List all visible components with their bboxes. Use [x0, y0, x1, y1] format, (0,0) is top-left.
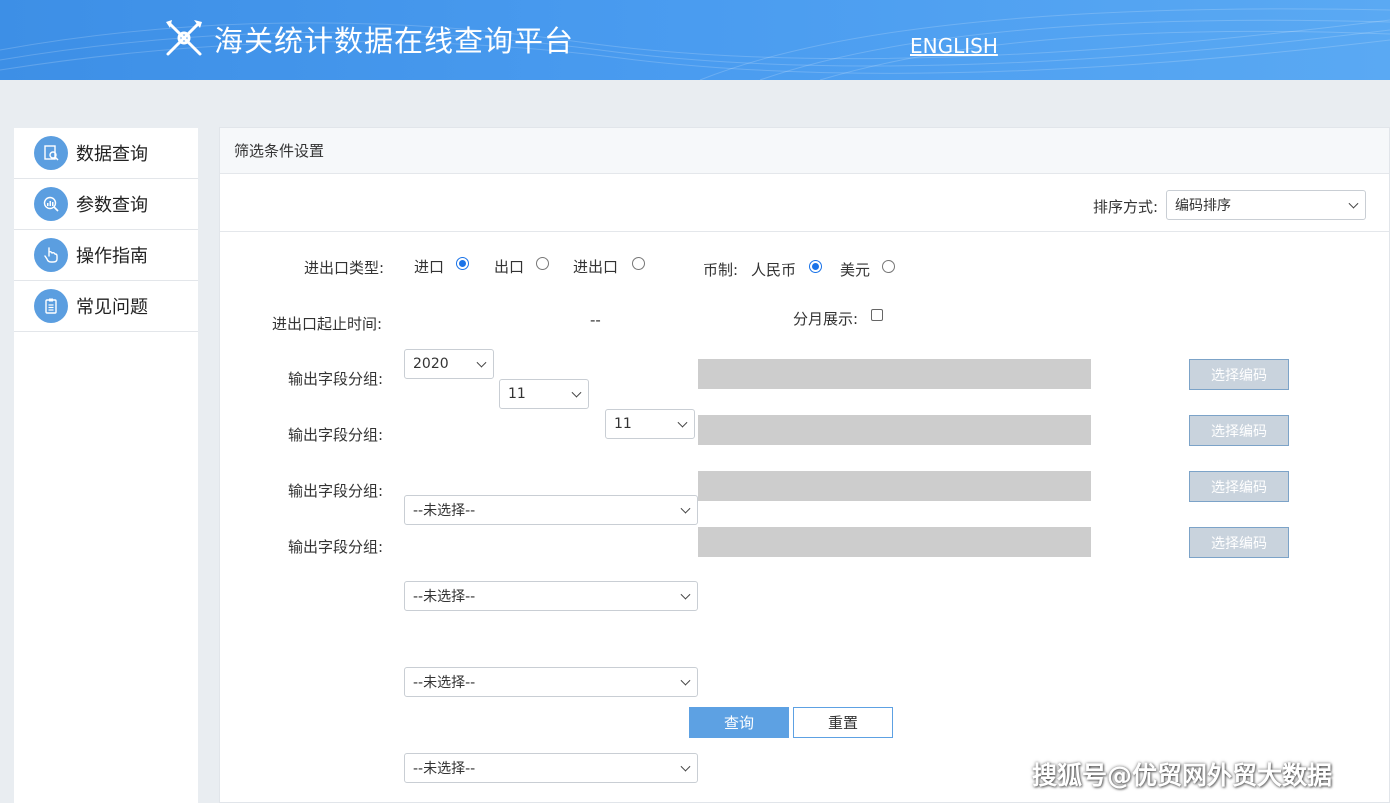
chevron-down-icon	[680, 503, 691, 514]
select-code-button-4[interactable]: 选择编码	[1189, 527, 1289, 558]
chevron-down-icon	[680, 589, 691, 600]
sort-select[interactable]: 编码排序	[1166, 190, 1366, 220]
sidebar-item-guide[interactable]: 操作指南	[14, 230, 198, 281]
chevron-down-icon	[677, 417, 688, 428]
data-search-icon	[34, 136, 68, 170]
site-title: 海关统计数据在线查询平台	[214, 24, 575, 58]
output-group-label: 输出字段分组:	[288, 370, 384, 388]
output-group-select-value: --未选择--	[413, 503, 476, 519]
trade-type-label: 进出口类型:	[304, 259, 385, 277]
filter-panel: 筛选条件设置 排序方式: 编码排序 进出口类型: 进口 出口 进出口 币制: 人…	[219, 127, 1390, 803]
year-select-value: 2020	[413, 356, 449, 372]
trade-type-export-label: 出口	[494, 258, 525, 276]
monthly-display-checkbox[interactable]	[871, 309, 883, 321]
output-group-codes-field-1	[698, 359, 1091, 389]
chevron-down-icon	[680, 675, 691, 686]
sidebar-item-label: 操作指南	[76, 246, 148, 267]
output-group-select-value: --未选择--	[413, 675, 476, 691]
output-group-select-3[interactable]: --未选择--	[404, 667, 698, 697]
year-select[interactable]: 2020	[404, 349, 494, 379]
end-month-value: 11	[614, 416, 632, 432]
output-group-select-4[interactable]: --未选择--	[404, 753, 698, 783]
output-group-codes-field-2	[698, 415, 1091, 445]
trade-type-import-label: 进口	[414, 258, 445, 276]
output-group-select-1[interactable]: --未选择--	[404, 495, 698, 525]
select-code-button-2[interactable]: 选择编码	[1189, 415, 1289, 446]
output-group-label: 输出字段分组:	[288, 482, 384, 500]
output-group-select-value: --未选择--	[413, 761, 476, 777]
sidebar-item-data-query[interactable]: 数据查询	[14, 128, 198, 179]
trade-type-import-radio[interactable]	[456, 257, 469, 270]
period-separator: --	[590, 311, 601, 329]
chevron-down-icon	[680, 761, 691, 772]
output-group-codes-field-3	[698, 471, 1091, 501]
sort-row: 排序方式: 编码排序	[220, 174, 1389, 232]
currency-label: 币制:	[703, 261, 739, 279]
sidebar-item-label: 数据查询	[76, 144, 148, 165]
customs-logo-icon	[166, 20, 202, 56]
output-group-label: 输出字段分组:	[288, 538, 384, 556]
reset-button[interactable]: 重置	[793, 707, 893, 738]
sidebar-item-faq[interactable]: 常见问题	[14, 281, 198, 332]
end-month-select[interactable]: 11	[605, 409, 695, 439]
select-code-button-1[interactable]: 选择编码	[1189, 359, 1289, 390]
sort-select-value: 编码排序	[1175, 198, 1231, 214]
header-background-pattern	[0, 8, 1390, 80]
hand-pointer-icon	[34, 238, 68, 272]
output-group-codes-field-4	[698, 527, 1091, 557]
start-month-value: 11	[508, 386, 526, 402]
sidebar-item-param-query[interactable]: 参数查询	[14, 179, 198, 230]
output-group-select-2[interactable]: --未选择--	[404, 581, 698, 611]
period-label: 进出口起止时间:	[272, 315, 383, 333]
currency-usd-label: 美元	[840, 261, 871, 279]
chevron-down-icon	[1348, 198, 1359, 209]
watermark: 搜狐号@优贸网外贸大数据	[1032, 761, 1333, 790]
sort-label: 排序方式:	[1093, 198, 1159, 216]
header-bar: 海关统计数据在线查询平台 ENGLISH	[0, 0, 1390, 80]
chevron-down-icon	[476, 357, 487, 368]
currency-usd-radio[interactable]	[882, 260, 895, 273]
currency-rmb-radio[interactable]	[809, 260, 822, 273]
param-chart-icon	[34, 187, 68, 221]
output-group-select-value: --未选择--	[413, 589, 476, 605]
sidebar-item-label: 参数查询	[76, 195, 148, 216]
trade-type-both-label: 进出口	[573, 258, 619, 276]
chevron-down-icon	[571, 387, 582, 398]
clipboard-icon	[34, 289, 68, 323]
monthly-display-label: 分月展示:	[793, 310, 859, 328]
select-code-button-3[interactable]: 选择编码	[1189, 471, 1289, 502]
sidebar-item-label: 常见问题	[76, 297, 148, 318]
trade-type-export-radio[interactable]	[536, 257, 549, 270]
currency-rmb-label: 人民币	[751, 261, 797, 279]
query-button[interactable]: 查询	[689, 707, 789, 738]
output-group-label: 输出字段分组:	[288, 426, 384, 444]
start-month-select[interactable]: 11	[499, 379, 589, 409]
english-link[interactable]: ENGLISH	[910, 34, 998, 58]
trade-type-both-radio[interactable]	[632, 257, 645, 270]
panel-title: 筛选条件设置	[220, 128, 1389, 174]
sidebar: 数据查询 参数查询 操作指南 常见问题	[14, 128, 198, 803]
